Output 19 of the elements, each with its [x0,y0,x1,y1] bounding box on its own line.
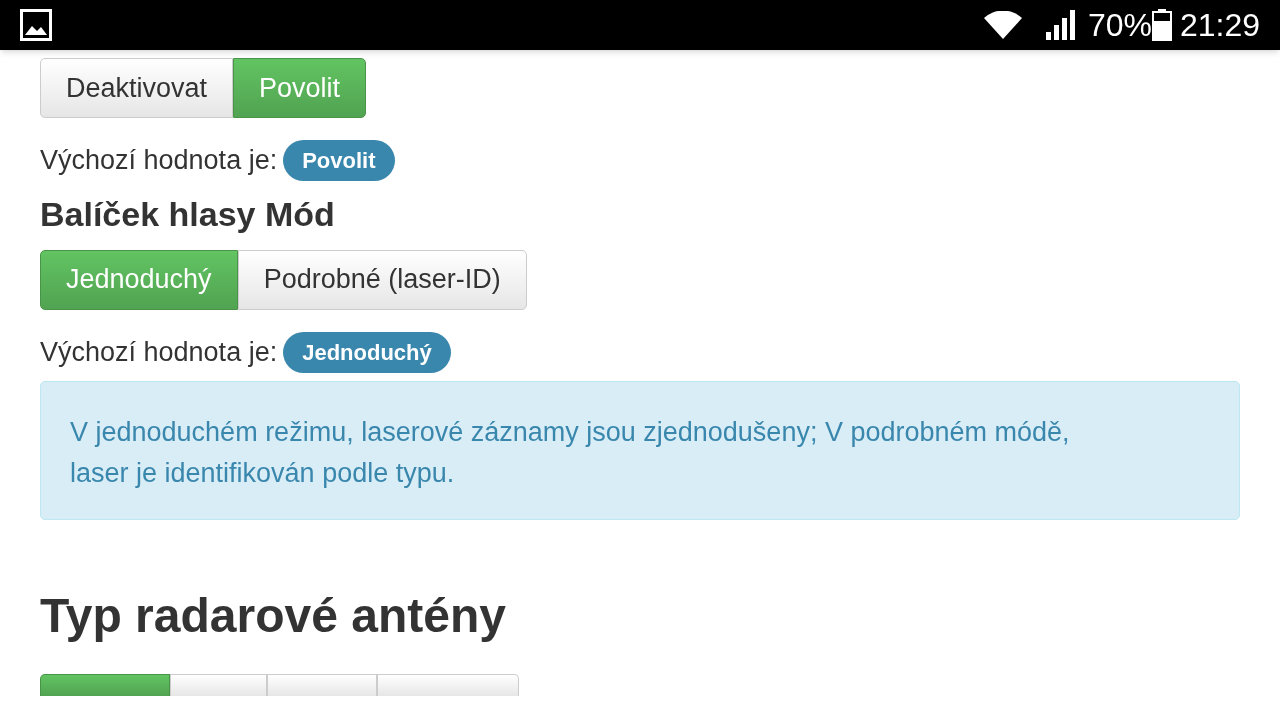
segment-button[interactable] [170,673,267,696]
info-alert: V jednoduchém režimu, laserové záznamy jsou zjednodušeny; V podrobném módě, laser je identifikován podle typu. [40,380,1240,520]
segment-button[interactable] [377,673,519,696]
segment-button[interactable]: Podrobné (laser-ID) [237,249,527,310]
section-heading: Typ radarové antény [40,587,507,644]
default-label: Výchozí hodnota je: [40,144,278,178]
clock: 21:29 [1179,9,1260,41]
signal-icon [1045,10,1076,40]
battery-percent: 70% [1087,9,1152,41]
picture-icon [20,9,52,41]
segment-button[interactable] [267,673,377,696]
default-value: Jednoduchý [283,331,451,373]
section-heading: Balíček hlasy Mód [40,194,336,235]
segment-button[interactable]: Deaktivovat [40,58,234,118]
battery-icon [1151,9,1172,41]
default-value: Povolit [283,140,395,181]
wifi-icon [983,11,1022,39]
segment-button[interactable] [40,673,170,696]
default-label: Výchozí hodnota je: [40,335,278,369]
